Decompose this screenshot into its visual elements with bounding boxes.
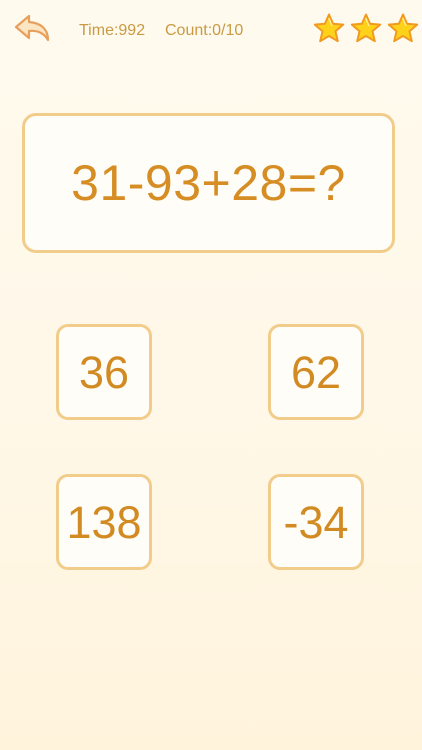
star-icon	[350, 13, 382, 43]
top-bar: Time:992 Count:0/10	[0, 0, 422, 64]
star-icon	[313, 13, 345, 43]
answer-option-3[interactable]: 138	[56, 474, 152, 570]
answer-count: Count:0/10	[165, 22, 244, 39]
back-button[interactable]	[10, 10, 54, 46]
answer-option-4[interactable]: -34	[268, 474, 364, 570]
question-expression: 31-93+28=?	[71, 155, 346, 211]
rating-stars	[312, 12, 420, 48]
answer-option-1[interactable]: 36	[56, 324, 152, 420]
question-card: 31-93+28=?	[22, 113, 395, 253]
star-icon	[387, 13, 419, 43]
back-arrow-icon	[14, 14, 50, 42]
time-counter: Time:992	[79, 22, 146, 39]
answer-option-label: 62	[290, 346, 342, 398]
answer-option-label: 138	[66, 496, 142, 548]
answer-option-2[interactable]: 62	[268, 324, 364, 420]
answer-option-label: 36	[78, 346, 130, 398]
answer-option-label: -34	[283, 496, 349, 548]
